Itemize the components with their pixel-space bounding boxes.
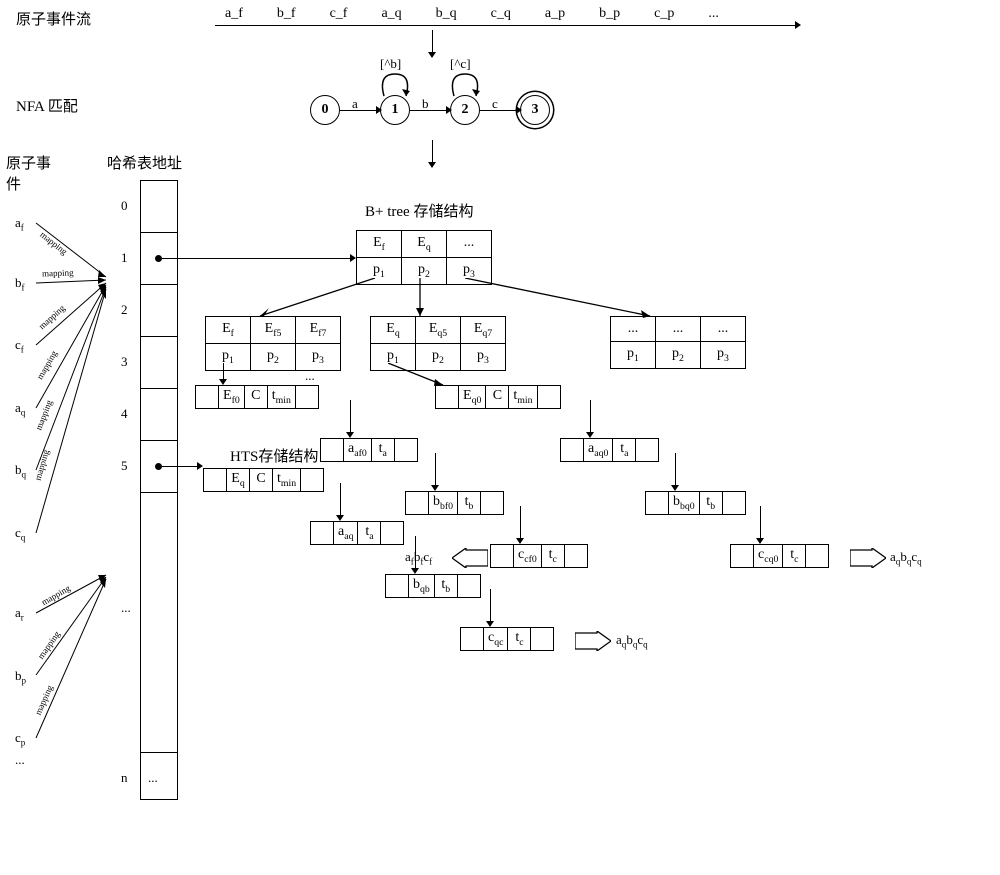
hidx-dots: ... — [121, 600, 131, 616]
outQ-text: aqbqcq — [890, 549, 922, 567]
stream-4: b_q — [436, 6, 457, 22]
hidx-5: 5 — [121, 458, 128, 474]
stream-2: c_f — [330, 6, 348, 22]
hidx-1: 1 — [121, 250, 128, 266]
outarrow-hts — [575, 631, 611, 651]
label-hts: HTS存储结构 — [230, 445, 318, 466]
nfa-node-1: 1 — [380, 95, 410, 125]
stream-row: a_f b_f c_f a_q b_q c_q a_p b_p c_p ... — [225, 6, 719, 22]
label-hash-addr: 哈希表地址 — [107, 152, 182, 173]
atom-4: bq — [15, 462, 26, 480]
outHTS-text: aqbqcq — [616, 632, 648, 650]
hidx-n: n — [121, 770, 128, 786]
stream-1: b_f — [277, 6, 296, 22]
leaf-f: Ef0Ctmin — [195, 385, 319, 409]
map-1: mapping — [42, 267, 74, 278]
label-stream: 原子事件流 — [16, 8, 91, 29]
outF-text: afbfcf — [405, 549, 432, 567]
nfa-edge-b: b — [422, 96, 429, 112]
nfa-edge-c: c — [492, 96, 498, 112]
hts-a: aaqta — [310, 521, 404, 545]
arrow-stream-nfa-head — [428, 52, 436, 58]
atom-0: af — [15, 215, 24, 233]
nfa-node-3: 3 — [520, 95, 550, 125]
arrow-nfa-struct-head — [428, 162, 436, 168]
nfa-loop-1 — [378, 70, 412, 98]
outarrow-q — [850, 548, 886, 568]
atom-6: ar — [15, 605, 24, 623]
atom-dots: ... — [15, 752, 25, 768]
atom-3: aq — [15, 400, 25, 418]
stream-3: a_q — [381, 6, 401, 22]
root-branches — [230, 278, 710, 318]
atom-1: bf — [15, 275, 25, 293]
hts-c: cqctc — [460, 627, 554, 651]
arrow-hash1-root — [162, 258, 352, 259]
nfa-node-2: 2 — [450, 95, 480, 125]
arrow-stream-nfa — [432, 30, 433, 54]
nfa-edge-a: a — [352, 96, 358, 112]
hash-column — [140, 180, 178, 800]
chainF-c: ccf0tc — [490, 544, 588, 568]
stream-9: ... — [708, 6, 719, 22]
hash-n-dots: ... — [148, 770, 158, 786]
nfa-loop-1-label: [^b] — [380, 56, 401, 72]
label-nfa: NFA 匹配 — [16, 95, 78, 116]
outarrow-f — [452, 548, 488, 568]
hidx-2: 2 — [121, 302, 128, 318]
atom-7: bp — [15, 668, 26, 686]
l2-node-f: EfEf5Ef7 p1p2p3 — [205, 316, 341, 371]
atom-5: cq — [15, 525, 25, 543]
hts-head: EqCtmin — [203, 468, 324, 492]
hash-dot-1 — [155, 255, 162, 262]
leaf-f-dots: ... — [305, 368, 315, 384]
arrow-nfa-struct — [432, 140, 433, 164]
atom-8: cp — [15, 730, 25, 748]
hash-dot-5 — [155, 463, 162, 470]
label-bptree: B+ tree 存储结构 — [365, 200, 473, 221]
hidx-3: 3 — [121, 354, 128, 370]
bptree-root: EfEq... p1p2p3 — [356, 230, 492, 285]
arrow-l2q-leafq — [388, 363, 448, 387]
leaf-q: Eq0Ctmin — [435, 385, 561, 409]
nfa-loop-2 — [448, 70, 482, 98]
stream-5: c_q — [491, 6, 511, 22]
stream-0: a_f — [225, 6, 243, 22]
hidx-4: 4 — [121, 406, 128, 422]
stream-arrow-head — [795, 21, 801, 29]
chainQ-c: ccq0tc — [730, 544, 829, 568]
arrow-hash5-hts — [162, 466, 199, 467]
nfa-loop-2-label: [^c] — [450, 56, 471, 72]
label-atom-event: 原子事 件 — [6, 152, 51, 194]
chainQ-a: aaq0ta — [560, 438, 659, 462]
stream-arrow — [215, 25, 795, 26]
atom-2: cf — [15, 337, 24, 355]
chainF-a: aaf0ta — [320, 438, 418, 462]
nfa-node-0: 0 — [310, 95, 340, 125]
hts-b: bqbtb — [385, 574, 481, 598]
stream-8: c_p — [654, 6, 674, 22]
stream-7: b_p — [599, 6, 620, 22]
stream-6: a_p — [545, 6, 565, 22]
hidx-0: 0 — [121, 198, 128, 214]
chainQ-b: bbq0tb — [645, 491, 746, 515]
l2-node-dots: ......... p1p2p3 — [610, 316, 746, 369]
chainF-b: bbf0tb — [405, 491, 504, 515]
